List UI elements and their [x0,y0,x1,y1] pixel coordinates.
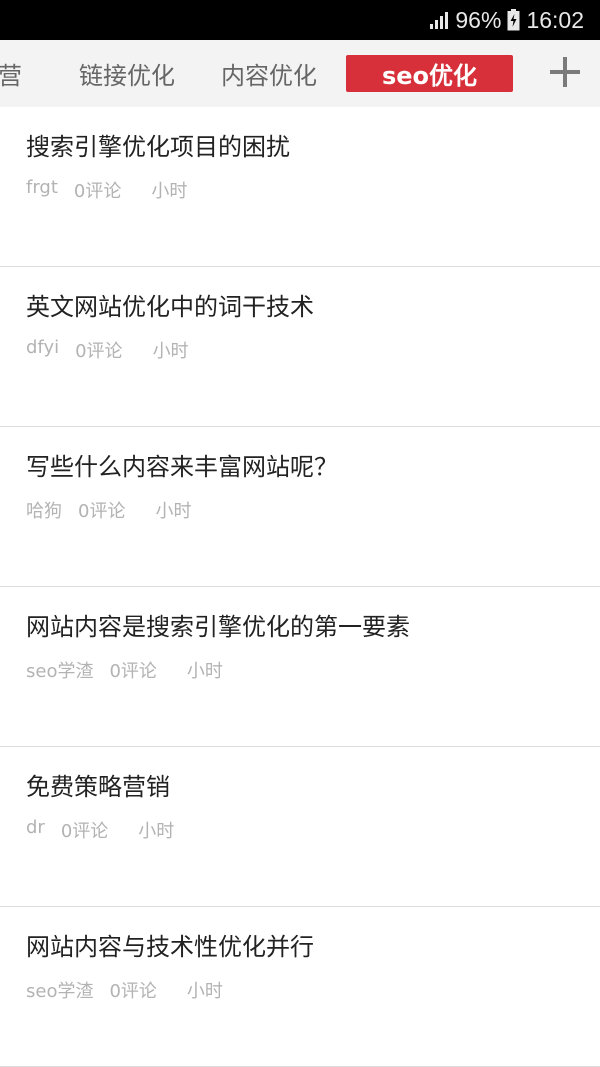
signal-icon [429,10,449,30]
article-author: dfyi [26,337,60,358]
article-time: 小时 [151,181,188,202]
list-item[interactable]: 英文网站优化中的词干技术 dfyi 0评论 小时 [0,267,600,427]
list-item[interactable]: 免费策略营销 dr 0评论 小时 [0,747,600,907]
article-title: 网站内容是搜索引擎优化的第一要素 [26,613,410,641]
article-meta: seo学渣 0评论 小时 [26,657,223,683]
tab-seo-optimization[interactable]: seo优化 [346,55,513,92]
status-bar: 96% 16:02 [0,0,600,40]
status-indicators: 96% 16:02 [429,0,584,40]
tab-content-optimization[interactable]: 内容优化 [221,40,317,107]
article-title: 写些什么内容来丰富网站呢？ [26,453,338,481]
article-title: 免费策略营销 [26,773,170,801]
plus-icon[interactable] [548,55,582,89]
list-item[interactable]: 网站内容与技术性优化并行 seo学渣 0评论 小时 [0,907,600,1067]
article-title: 英文网站优化中的词干技术 [26,293,314,321]
article-meta: frgt 0评论 小时 [26,177,187,203]
article-author: frgt [26,177,58,198]
article-author: dr [26,817,45,838]
article-meta: dr 0评论 小时 [26,817,174,843]
article-time: 小时 [138,821,175,842]
article-author: seo学渣 [26,981,94,1002]
article-author: seo学渣 [26,661,94,682]
article-time: 小时 [186,981,223,1002]
article-time: 小时 [155,501,192,522]
battery-icon [507,9,520,31]
article-title: 搜索引擎优化项目的困扰 [26,133,290,161]
article-time: 小时 [152,341,189,362]
tab-partial-marketing[interactable]: 营 [0,40,22,107]
article-title: 网站内容与技术性优化并行 [26,933,314,961]
list-item[interactable]: 写些什么内容来丰富网站呢？ 哈狗 0评论 小时 [0,427,600,587]
article-comments: 0评论 [60,821,109,842]
article-comments: 0评论 [75,341,123,362]
category-tab-bar: 营 链接优化 内容优化 seo优化 [0,40,600,107]
article-comments: 0评论 [109,981,157,1002]
article-list: 搜索引擎优化项目的困扰 frgt 0评论 小时 英文网站优化中的词干技术 dfy… [0,107,600,1067]
tab-link-optimization[interactable]: 链接优化 [79,40,175,107]
article-comments: 0评论 [73,181,122,202]
article-author: 哈狗 [26,501,62,522]
list-item[interactable]: 搜索引擎优化项目的困扰 frgt 0评论 小时 [0,107,600,267]
article-comments: 0评论 [78,501,126,522]
article-meta: seo学渣 0评论 小时 [26,977,223,1003]
article-time: 小时 [186,661,223,682]
clock: 16:02 [526,6,584,33]
article-meta: 哈狗 0评论 小时 [26,497,191,523]
battery-percent: 96% [455,6,502,33]
list-item[interactable]: 网站内容是搜索引擎优化的第一要素 seo学渣 0评论 小时 [0,587,600,747]
article-meta: dfyi 0评论 小时 [26,337,189,363]
article-comments: 0评论 [109,661,157,682]
